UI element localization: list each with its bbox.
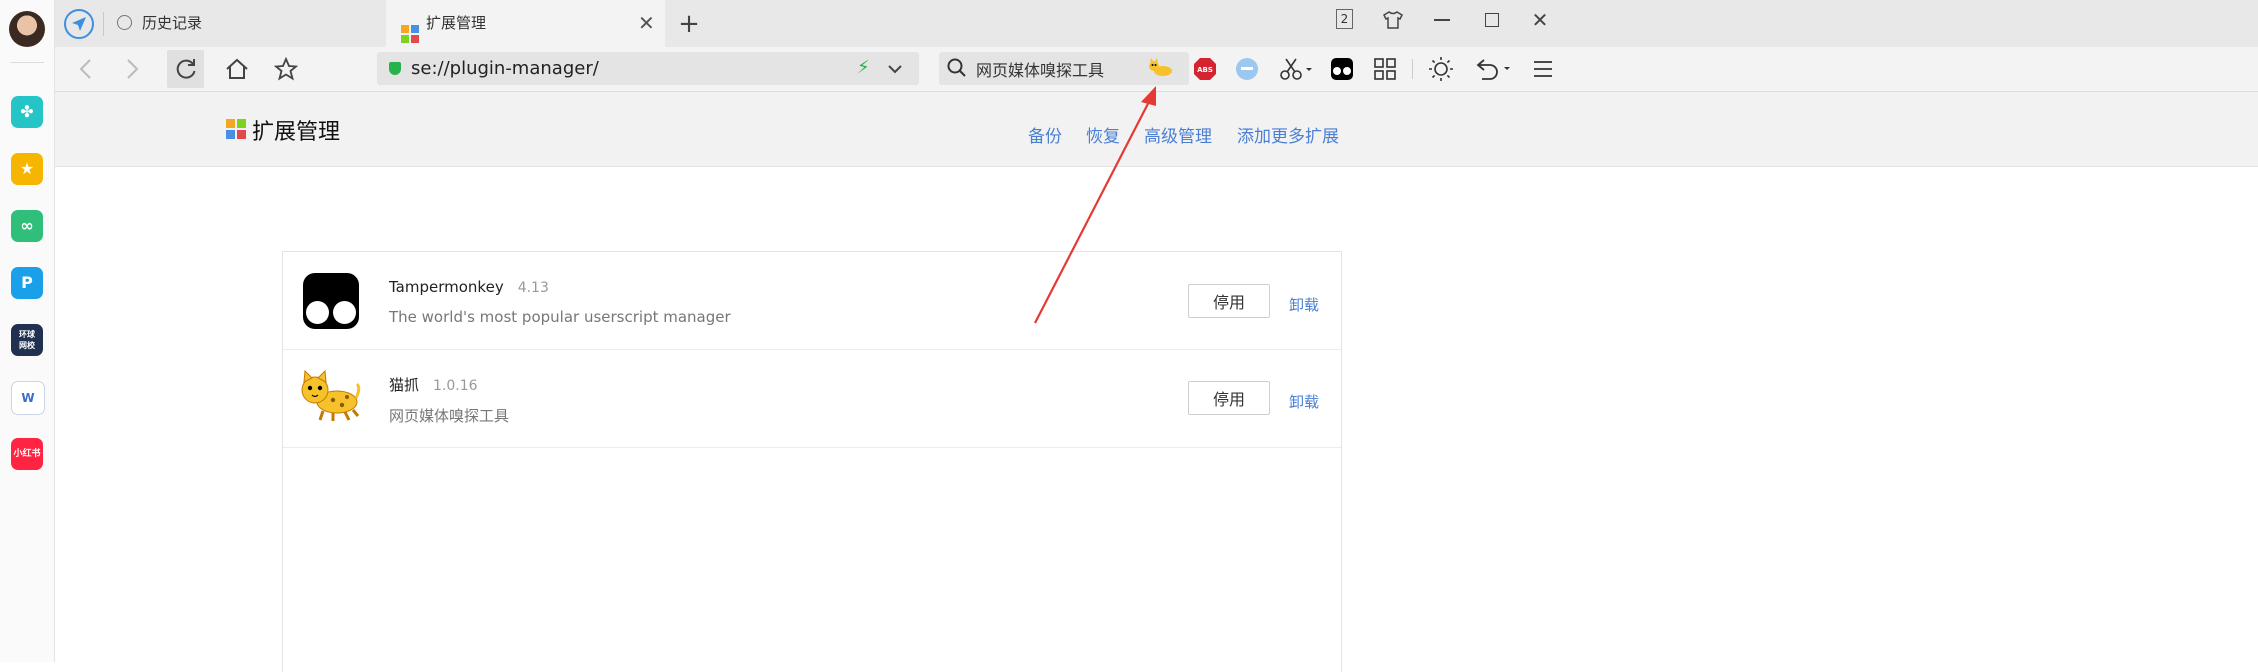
- xiaohongshu-label: 小红书: [13, 449, 41, 459]
- bookmark-star-icon[interactable]: [271, 54, 301, 84]
- uninstall-link[interactable]: 卸载: [1289, 294, 1319, 315]
- chevron-down-icon[interactable]: [887, 60, 903, 79]
- tampermonkey-extension-icon[interactable]: [1329, 56, 1354, 81]
- new-tab-button[interactable]: +: [675, 9, 703, 39]
- svg-text:ABS: ABS: [1197, 66, 1213, 74]
- home-icon[interactable]: [222, 54, 252, 84]
- extension-description: 网页媒体嗅探工具: [389, 407, 510, 425]
- back-icon[interactable]: [71, 54, 99, 84]
- tampermonkey-logo: [303, 273, 359, 329]
- undo-icon[interactable]: [1473, 56, 1513, 82]
- block-minus-icon[interactable]: [1234, 56, 1259, 81]
- extensions-logo-icon: [226, 119, 246, 143]
- add-more-extensions-link[interactable]: 添加更多扩展: [1237, 122, 1339, 147]
- extension-version: 1.0.16: [433, 378, 478, 394]
- tab-divider: [103, 12, 104, 36]
- page-title: 扩展管理: [252, 120, 341, 145]
- cloud-app-icon[interactable]: ∞: [11, 210, 43, 242]
- p-app-icon[interactable]: P: [11, 267, 43, 299]
- puzzle-grid-icon: [401, 15, 419, 43]
- tab-count-label: 2: [1340, 12, 1349, 26]
- tab-count-badge[interactable]: 2: [1336, 9, 1353, 29]
- reload-icon[interactable]: [167, 50, 204, 88]
- secure-shield-icon: [389, 62, 401, 75]
- extension-row-tampermonkey: Tampermonkey 4.13 The world's most popula…: [283, 252, 1341, 350]
- left-sidebar: ✤ ★ ∞ P 环球 网校 W 小红书: [0, 0, 55, 662]
- extension-title: 猫抓 1.0.16: [389, 374, 478, 395]
- tab-history[interactable]: 历史记录: [117, 0, 379, 47]
- lightning-icon[interactable]: ⚡: [857, 57, 870, 78]
- toolbar-divider: [1412, 59, 1413, 79]
- star-app-icon[interactable]: ★: [11, 153, 43, 185]
- tab-extensions-label: 扩展管理: [426, 14, 487, 32]
- maximize-icon[interactable]: [1478, 8, 1506, 32]
- clover-app-icon[interactable]: ✤: [11, 96, 43, 128]
- annotation-arrow: [1034, 86, 1156, 324]
- address-url[interactable]: se://plugin-manager/: [411, 58, 599, 79]
- address-bar[interactable]: se://plugin-manager/ ⚡: [377, 52, 919, 85]
- send-app-icon[interactable]: [64, 9, 94, 39]
- search-icon[interactable]: [947, 58, 967, 82]
- tab-extensions[interactable]: 扩展管理 ✕: [386, 0, 665, 47]
- forward-icon[interactable]: [119, 54, 147, 84]
- cat-catch-logo: [299, 369, 361, 422]
- skin-shirt-icon[interactable]: [1381, 8, 1405, 32]
- uninstall-link[interactable]: 卸载: [1289, 391, 1319, 412]
- avatar[interactable]: [9, 11, 45, 47]
- extension-description: The world's most popular userscript mana…: [389, 308, 731, 326]
- disable-button[interactable]: 停用: [1188, 381, 1270, 415]
- extension-version: 4.13: [517, 280, 549, 296]
- hq-school-app-icon[interactable]: 环球 网校: [11, 324, 43, 356]
- hq-school-label: 环球 网校: [19, 330, 35, 350]
- menu-hamburger-icon[interactable]: [1531, 56, 1555, 82]
- extension-title: Tampermonkey 4.13: [389, 278, 549, 296]
- extension-list: Tampermonkey 4.13 The world's most popula…: [282, 251, 1342, 672]
- scissors-icon[interactable]: [1279, 56, 1315, 82]
- apps-grid-icon[interactable]: [1372, 56, 1398, 82]
- tab-bar: 历史记录 扩展管理 ✕ + 2 ✕: [55, 0, 2258, 47]
- extension-row-cat-catch: 猫抓 1.0.16 网页媒体嗅探工具 停用 卸载: [283, 350, 1341, 448]
- extension-name: Tampermonkey: [389, 278, 504, 296]
- cat-catch-extension-icon[interactable]: [1148, 56, 1174, 82]
- adblock-abs-icon[interactable]: ABS: [1192, 56, 1217, 81]
- word-doc-icon[interactable]: W: [11, 381, 45, 415]
- close-tab-icon[interactable]: ✕: [638, 0, 655, 47]
- close-window-icon[interactable]: ✕: [1526, 6, 1554, 34]
- tab-history-label: 历史记录: [142, 14, 203, 32]
- xiaohongshu-app-icon[interactable]: 小红书: [11, 438, 43, 470]
- clock-icon: [117, 15, 132, 30]
- brightness-sun-icon[interactable]: [1427, 55, 1455, 83]
- disable-button[interactable]: 停用: [1188, 284, 1270, 318]
- rail-divider: [10, 62, 44, 63]
- minimize-icon[interactable]: [1428, 8, 1456, 32]
- extension-name: 猫抓: [389, 376, 420, 394]
